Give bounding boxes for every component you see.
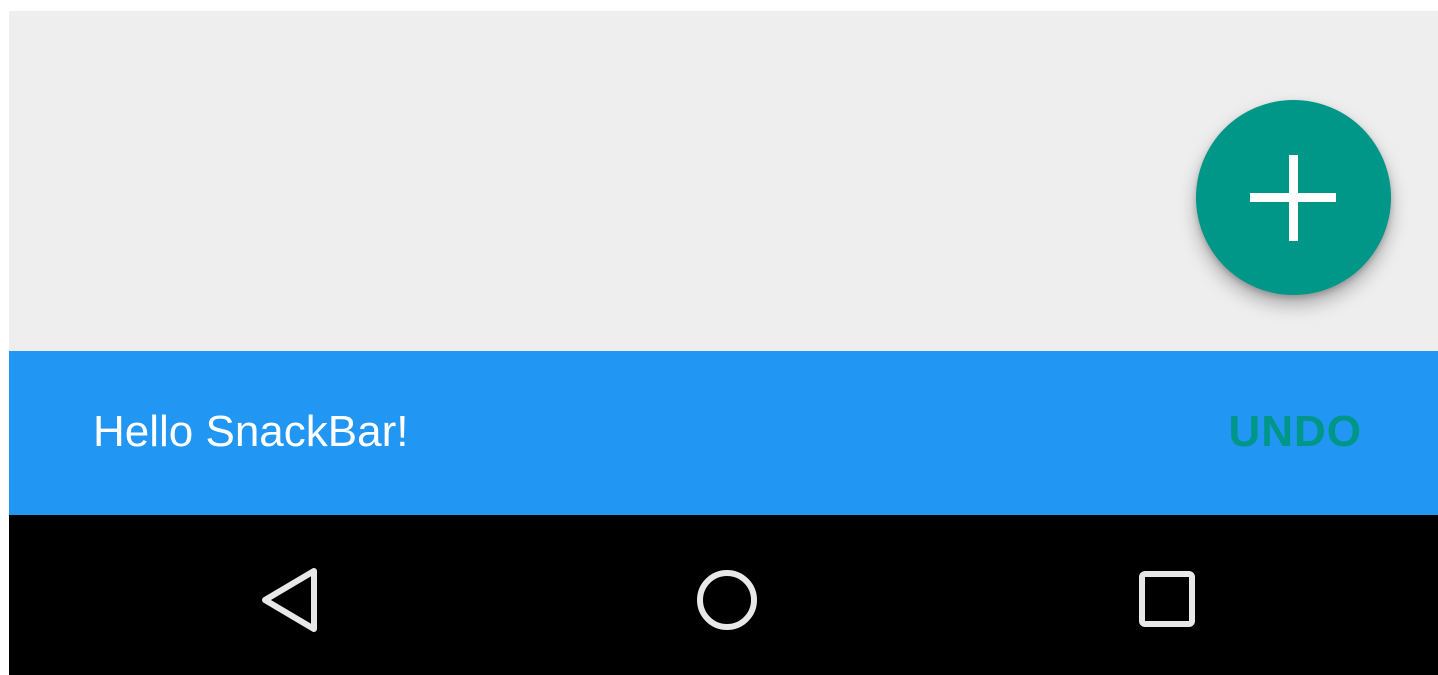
snackbar-message: Hello SnackBar! [93,407,409,456]
app-screen: Hello SnackBar! UNDO [9,11,1438,675]
home-button[interactable] [647,515,807,675]
plus-icon [1250,155,1336,241]
recents-button[interactable] [1087,515,1247,675]
back-button[interactable] [209,515,369,675]
navigation-bar [9,515,1438,675]
snackbar: Hello SnackBar! UNDO [9,351,1438,515]
add-fab-button[interactable] [1196,100,1391,295]
recents-square-icon [1139,571,1195,627]
undo-button[interactable]: UNDO [1228,406,1362,458]
back-triangle-icon [262,568,317,632]
home-circle-icon [697,570,757,630]
